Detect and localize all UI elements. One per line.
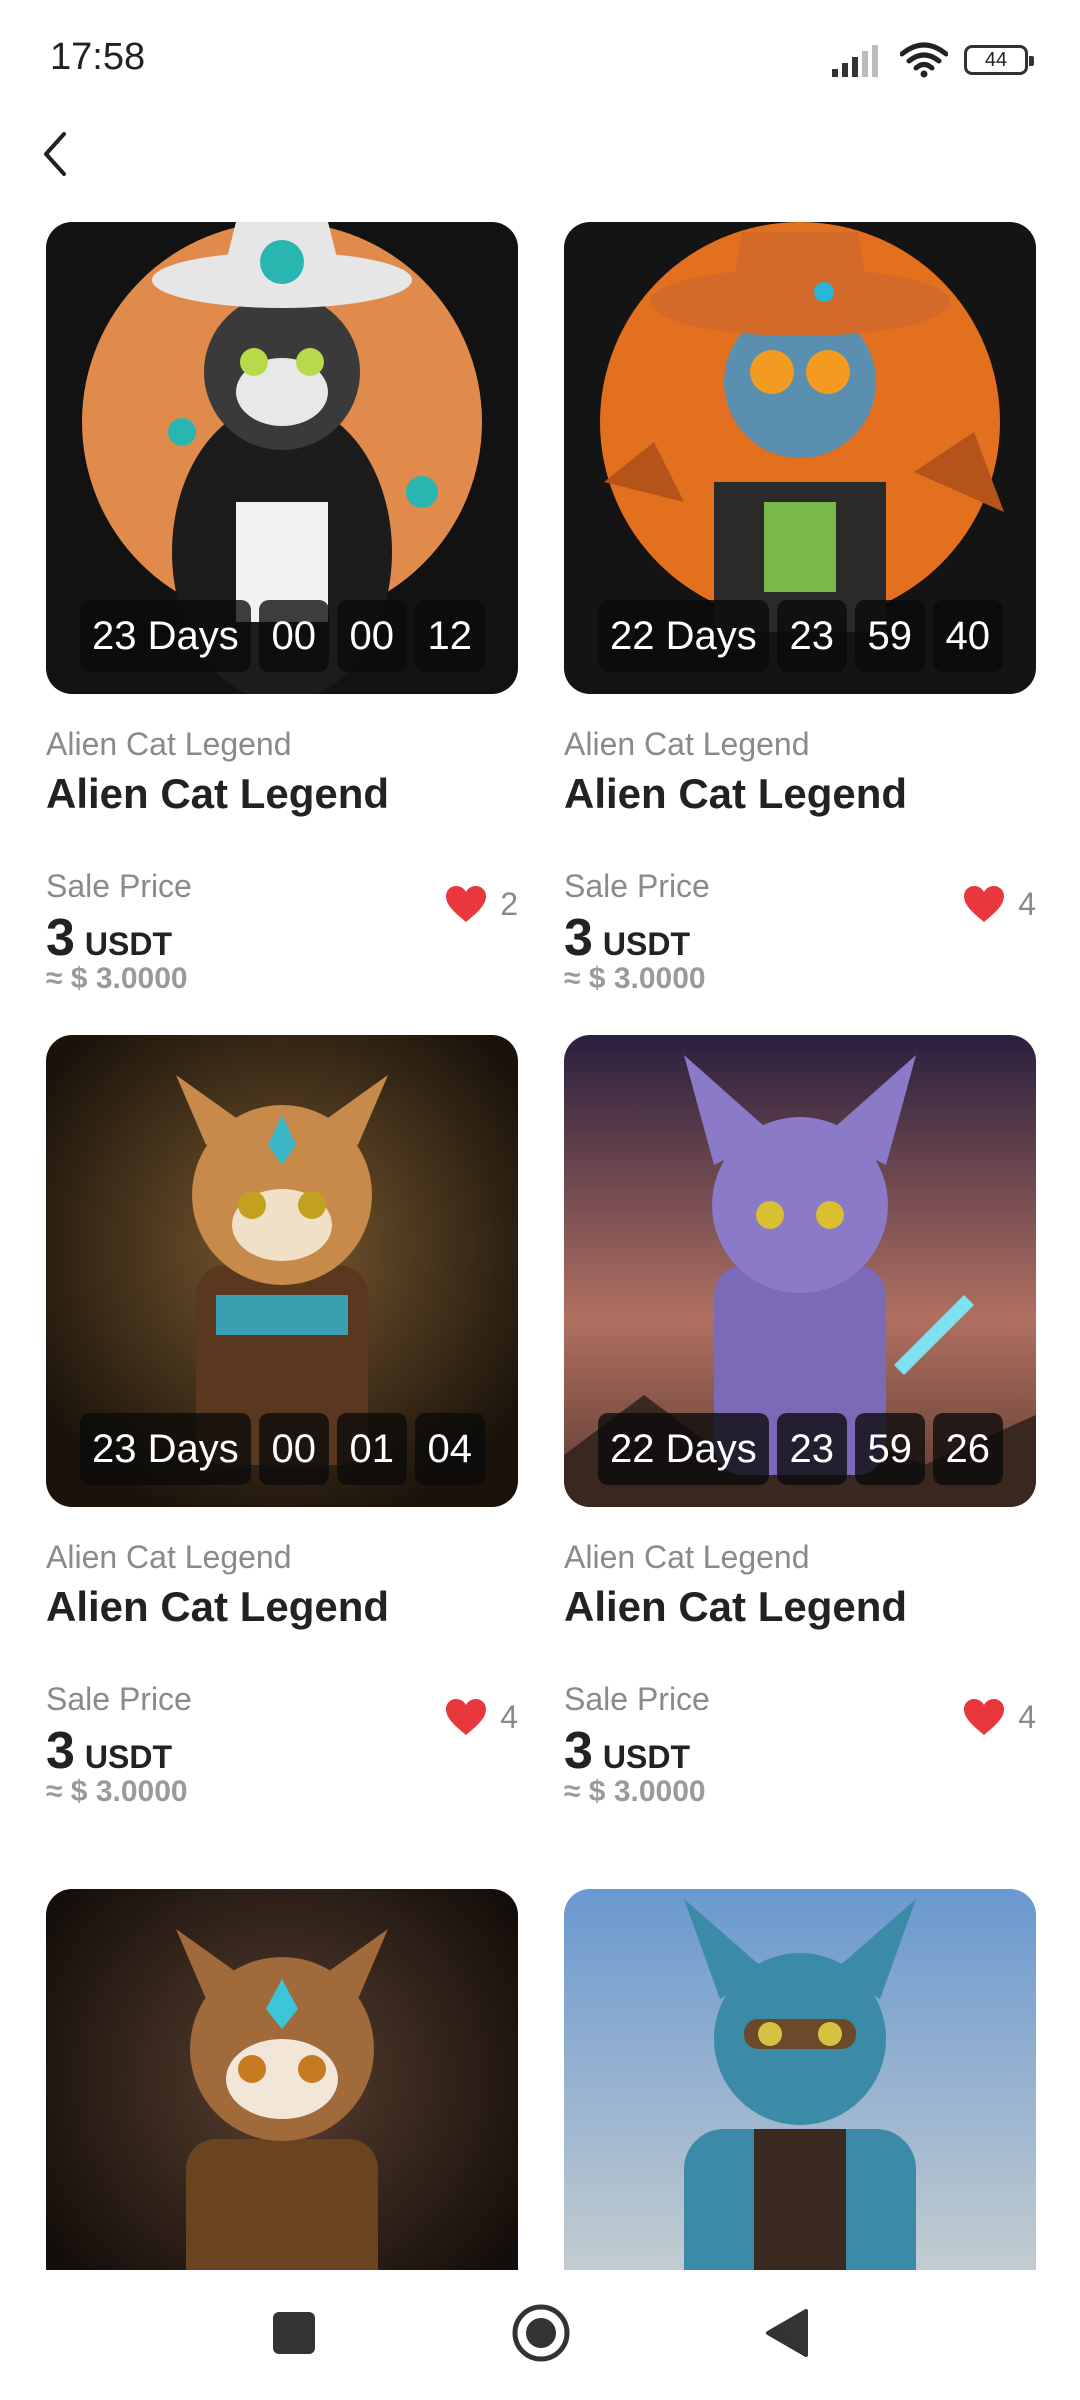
timer-days: 23 Days [80,1413,251,1485]
nft-title: Alien Cat Legend [46,1583,390,1630]
price-unit: USDT [602,1739,691,1775]
like-count: 2 [500,885,518,922]
square-recents-icon [273,2312,315,2354]
system-nav-bar [0,2270,1080,2400]
nft-title: Alien Cat Legend [564,770,908,817]
price-value: 3 [564,909,593,967]
status-icons: 44 [832,40,1034,80]
countdown-timer: 22 Days 23 59 26 [598,1413,1003,1485]
nft-image[interactable]: 22 Days 23 59 26 [564,1035,1036,1507]
cat-knight-artwork [46,1889,518,2270]
timer-seconds: 40 [932,600,1003,672]
timer-hours: 23 [776,1413,847,1485]
nft-card[interactable]: 23 Days 00 00 12 Alien Cat Legend Alien … [46,222,518,995]
price: 3 USDT [564,1721,690,1781]
like-count: 4 [1018,885,1036,922]
timer-days: 22 Days [598,1413,769,1485]
collection-name: Alien Cat Legend [46,726,292,762]
timer-hours: 00 [258,1413,329,1485]
cat-adventurer-artwork [564,1889,1036,2270]
status-time: 17:58 [50,36,146,78]
countdown-timer: 23 Days 00 00 12 [80,600,485,672]
price-value: 3 [46,1722,75,1780]
price-value: 3 [564,1722,593,1780]
price-value: 3 [46,909,75,967]
nft-image[interactable] [564,1889,1036,2270]
sale-price-label: Sale Price [564,868,710,904]
nft-card[interactable]: 23 Days 00 01 04 Alien Cat Legend Alien … [46,1035,518,1808]
back-button[interactable] [36,128,76,180]
timer-hours: 00 [258,600,329,672]
nft-card[interactable]: 22 Days 23 59 40 Alien Cat Legend Alien … [564,222,1036,995]
usd-equivalent: ≈ $ 3.0000 [564,1775,706,1808]
like-button[interactable]: 2 [444,884,518,924]
nft-card[interactable] [46,1889,518,2270]
nft-image[interactable]: 23 Days 00 00 12 [46,222,518,694]
like-count: 4 [500,1698,518,1735]
heart-icon [446,1699,487,1735]
timer-minutes: 59 [854,1413,925,1485]
timer-seconds: 26 [932,1413,1003,1485]
like-button[interactable]: 4 [962,1697,1036,1737]
collection-name: Alien Cat Legend [46,1539,292,1575]
price: 3 USDT [46,1721,172,1781]
sale-price-label: Sale Price [46,868,192,904]
nft-image[interactable]: 23 Days 00 01 04 [46,1035,518,1507]
nft-grid: 23 Days 00 00 12 Alien Cat Legend Alien … [0,222,1080,2270]
collection-name: Alien Cat Legend [564,726,810,762]
countdown-timer: 23 Days 00 01 04 [80,1413,485,1485]
signal-icon [832,45,878,77]
countdown-timer: 22 Days 23 59 40 [598,600,1003,672]
like-count: 4 [1018,1698,1036,1735]
nft-image[interactable]: 22 Days 23 59 40 [564,222,1036,694]
heart-icon [446,886,487,922]
timer-hours: 23 [776,600,847,672]
timer-minutes: 00 [336,600,407,672]
circle-home-icon [512,2304,570,2362]
heart-icon [964,886,1005,922]
price-unit: USDT [602,926,691,962]
usd-equivalent: ≈ $ 3.0000 [46,1775,188,1808]
sale-price-label: Sale Price [46,1681,192,1717]
battery-level: 44 [984,48,1008,71]
triangle-back-icon [766,2309,808,2357]
timer-seconds: 12 [414,600,485,672]
like-button[interactable]: 4 [962,884,1036,924]
timer-seconds: 04 [414,1413,485,1485]
chevron-left-icon [44,132,66,176]
nft-card[interactable]: 22 Days 23 59 26 Alien Cat Legend Alien … [564,1035,1036,1808]
status-bar: 17:58 44 [0,0,1080,120]
heart-icon [964,1699,1005,1735]
battery-icon: 44 [964,45,1034,75]
timer-days: 23 Days [80,600,251,672]
price: 3 USDT [564,908,690,968]
nft-card[interactable] [564,1889,1036,2270]
recents-button[interactable] [259,2298,329,2368]
wifi-icon [900,42,948,78]
timer-minutes: 59 [854,600,925,672]
nft-title: Alien Cat Legend [564,1583,908,1630]
price-unit: USDT [84,926,173,962]
collection-name: Alien Cat Legend [564,1539,810,1575]
system-back-button[interactable] [751,2298,821,2368]
home-button[interactable] [506,2298,576,2368]
nft-title: Alien Cat Legend [46,770,390,817]
price-unit: USDT [84,1739,173,1775]
sale-price-label: Sale Price [564,1681,710,1717]
price: 3 USDT [46,908,172,968]
timer-days: 22 Days [598,600,769,672]
like-button[interactable]: 4 [444,1697,518,1737]
usd-equivalent: ≈ $ 3.0000 [46,962,188,995]
usd-equivalent: ≈ $ 3.0000 [564,962,706,995]
nft-image[interactable] [46,1889,518,2270]
timer-minutes: 01 [336,1413,407,1485]
